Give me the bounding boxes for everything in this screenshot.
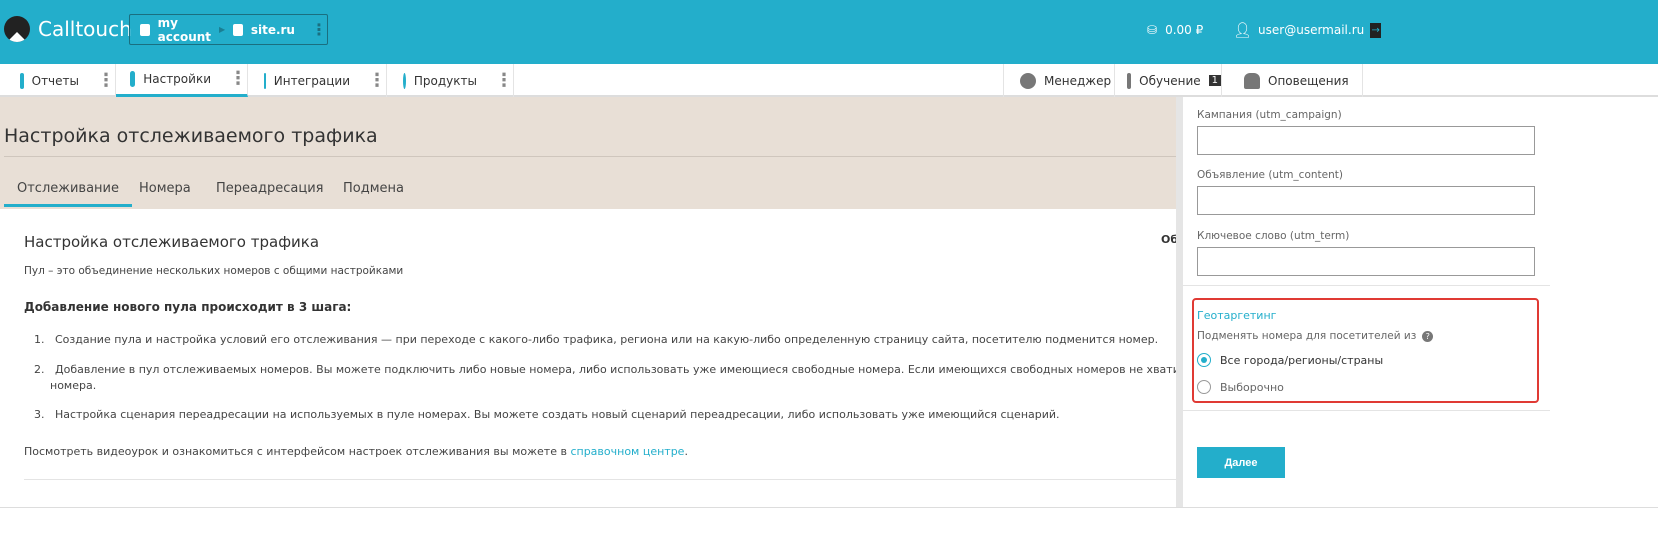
nav-item-manager[interactable]: Менеджер [1003, 64, 1115, 97]
divider [4, 156, 1176, 157]
learning-badge: 1 [1208, 75, 1221, 86]
more-vertical-icon[interactable]: ⋮ [311, 20, 327, 39]
tab-forwarding[interactable]: Переадресация [216, 181, 323, 196]
step-3: 3. Настройка сценария переадресации на и… [34, 408, 1060, 421]
user-icon: 👤︎ [1233, 21, 1253, 39]
sliders-icon [130, 71, 136, 87]
nav-item-notifications[interactable]: Оповещения [1222, 64, 1363, 97]
briefcase-icon [140, 23, 150, 36]
radio-all-regions[interactable] [1197, 353, 1211, 367]
nav-item-integrations[interactable]: Интеграции ⋮ [248, 64, 387, 97]
account-name[interactable]: my account [158, 16, 211, 44]
settings-panel: Кампания (utm_campaign) Объявление (utm_… [1183, 97, 1550, 507]
scrollbar[interactable] [1176, 97, 1183, 507]
logout-icon[interactable]: → [1370, 22, 1382, 38]
site-name[interactable]: site.ru [251, 23, 295, 37]
nav-label: Обучение [1139, 73, 1201, 88]
chevron-right-icon: ▶ [219, 25, 226, 34]
section-heading: Настройка отслеживаемого трафика [24, 233, 320, 251]
nav-label: Продукты [413, 73, 477, 88]
more-vertical-icon[interactable]: ⋮ [495, 71, 513, 90]
help-icon[interactable]: ? [1422, 331, 1434, 342]
step-2: 2. Добавление в пул отслеживаемых номеро… [34, 363, 1233, 376]
utm-campaign-label: Кампания (utm_campaign) [1197, 109, 1342, 121]
more-vertical-icon[interactable]: ⋮ [97, 71, 115, 90]
integrations-icon [264, 72, 266, 89]
content-card: Настройка отслеживаемого трафика Общ Пул… [4, 209, 1232, 509]
brand-name: Calltouch [38, 17, 132, 41]
next-button[interactable]: Далее [1197, 447, 1285, 478]
nav-label: Менеджер [1044, 73, 1112, 88]
step-1: 1. Создание пула и настройка условий его… [34, 333, 1159, 346]
radio-selective[interactable] [1197, 380, 1211, 394]
balance[interactable]: ⛁ 0.00 ₽ [1147, 23, 1203, 37]
bell-icon [1244, 72, 1260, 89]
geo-subtitle-text: Подменять номера для посетителей из [1197, 330, 1417, 342]
radio-all-regions-label[interactable]: Все города/регионы/страны [1220, 354, 1383, 367]
main-nav: Отчеты ⋮ Настройки ⋮ Интеграции ⋮ Продукты ⋮… [0, 64, 1658, 97]
calltouch-logo-icon [4, 16, 30, 42]
page-title: Настройка отслеживаемого трафика [4, 125, 378, 147]
step-text: Настройка сценария переадресации на испо… [55, 408, 1060, 421]
tab-substitution[interactable]: Подмена [343, 181, 404, 196]
nav-item-products[interactable]: Продукты ⋮ [387, 64, 514, 97]
coins-icon: ⛁ [1147, 23, 1158, 37]
geo-subtitle: Подменять номера для посетителей из? [1197, 330, 1434, 342]
tab-tracking[interactable]: Отслеживание [4, 181, 132, 207]
nav-label: Интеграции [273, 73, 350, 88]
utm-campaign-input[interactable] [1197, 126, 1535, 155]
headset-icon [1020, 72, 1036, 89]
nav-label: Настройки [143, 72, 211, 86]
utm-term-input[interactable] [1197, 247, 1535, 276]
nav-label: Отчеты [31, 73, 79, 88]
footer-text: Посмотреть видеоурок и ознакомиться с ин… [24, 445, 688, 458]
graduation-cap-icon [1127, 72, 1132, 89]
report-clipboard-icon [20, 72, 24, 89]
footer-text-main: Посмотреть видеоурок и ознакомиться с ин… [24, 445, 571, 458]
help-center-link[interactable]: справочном центре [570, 445, 684, 458]
nav-item-reports[interactable]: Отчеты ⋮ [0, 64, 116, 97]
nav-label: Оповещения [1268, 73, 1349, 88]
logo[interactable]: Calltouch [4, 16, 132, 42]
step-text: Создание пула и настройка условий его от… [55, 333, 1159, 346]
utm-content-input[interactable] [1197, 186, 1535, 215]
balance-value: 0.00 ₽ [1165, 23, 1204, 37]
step-2-cont: номера. [50, 379, 97, 392]
step-text: Добавление в пул отслеживаемых номеров. … [55, 363, 1233, 376]
top-header: Calltouch my account ▶ site.ru ⋮ ⛁ 0.00 ₽… [0, 0, 1658, 64]
more-vertical-icon[interactable]: ⋮ [229, 70, 247, 88]
divider [1183, 285, 1550, 286]
nav-item-settings[interactable]: Настройки ⋮ [116, 64, 248, 97]
tab-numbers[interactable]: Номера [139, 181, 191, 196]
footer-end: . [684, 445, 688, 458]
steps-title: Добавление нового пула происходит в 3 ша… [24, 300, 352, 314]
account-selector[interactable]: my account ▶ site.ru ⋮ [129, 14, 328, 45]
radio-selective-label[interactable]: Выборочно [1220, 381, 1284, 394]
utm-content-label: Объявление (utm_content) [1197, 169, 1343, 181]
divider [1183, 410, 1550, 411]
divider [0, 507, 1658, 508]
user-email[interactable]: user@usermail.ru [1258, 23, 1364, 37]
geotargeting-title: Геотаргетинг [1197, 309, 1277, 322]
utm-term-label: Ключевое слово (utm_term) [1197, 230, 1350, 242]
browser-window-icon [233, 23, 243, 36]
intro-text: Пул – это объединение нескольких номеров… [24, 265, 404, 277]
products-icon [403, 72, 406, 89]
more-vertical-icon[interactable]: ⋮ [368, 71, 386, 90]
divider [24, 479, 1176, 480]
user-menu[interactable]: 👤︎ user@usermail.ru → [1233, 21, 1382, 39]
nav-item-learning[interactable]: Обучение 1 [1115, 64, 1222, 97]
